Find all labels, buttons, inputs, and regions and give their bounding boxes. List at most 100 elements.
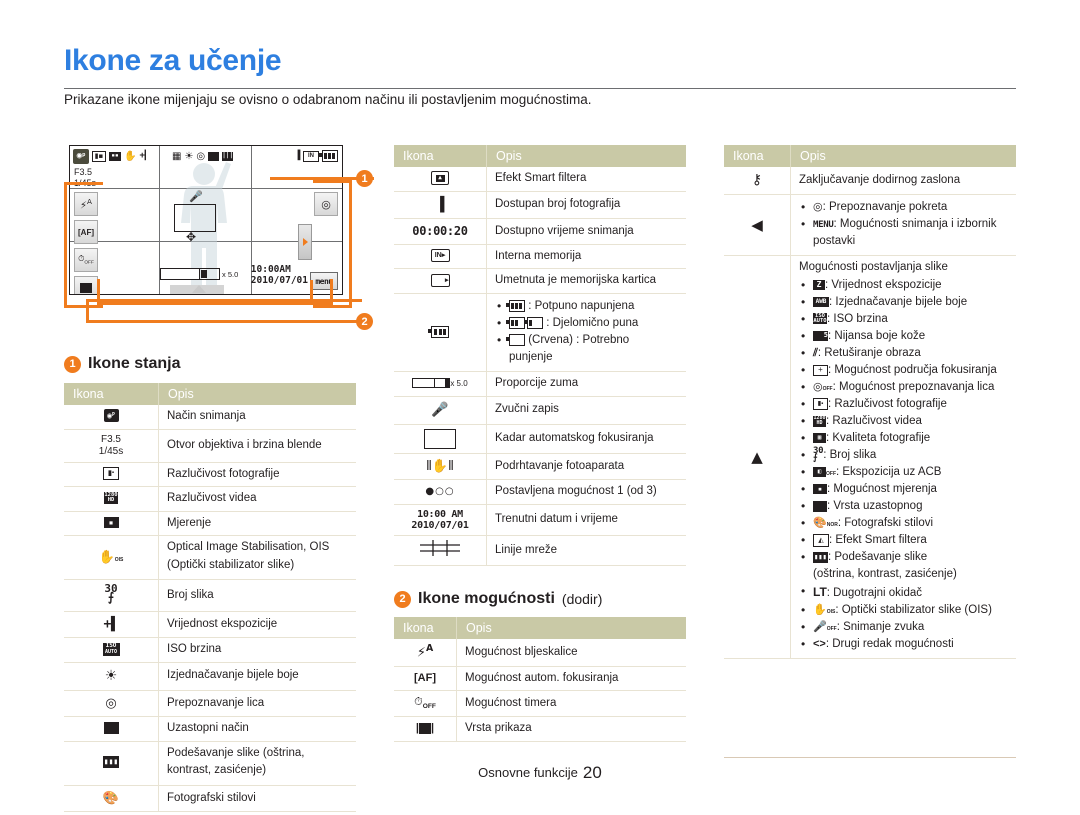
table-row: 10:00 AM 2010/07/01 Trenutni datum i vri… [394, 504, 686, 536]
table-row: +▌ Vrijednost ekspozicije [64, 611, 356, 639]
section-subtitle-options: (dodir) [561, 591, 603, 607]
list-item: MENU: Mogućnosti snimanja i izbornik [801, 216, 1008, 233]
list-item: 🎤OFF: Snimanje zvuka [801, 619, 1008, 636]
row-desc: Zaključavanje dodirnog zaslona [790, 167, 1016, 195]
row-desc: : Potpuno napunjena : Djelomično puna (C… [486, 293, 686, 373]
photo-style-icon: 🎨 [64, 785, 159, 813]
retouch-label: : Retuširanje obraza [817, 347, 921, 360]
column-header-desc: Opis [790, 145, 1016, 167]
af-option-icon: [AF] [394, 666, 457, 692]
list-item: +: Mogućnost područja fokusiranja [801, 362, 1008, 379]
grid-lines-icon [394, 535, 487, 567]
time-value: 10:00AM [250, 264, 291, 275]
list-item: ◭: Efekt Smart filtera [801, 532, 1008, 549]
awb-label: : Izjednačavanje bijele boje [829, 295, 968, 308]
row-desc: ◎: Prepoznavanje pokreta MENU: Mogućnost… [790, 194, 1016, 257]
af-frame-icon [394, 424, 487, 454]
list-item: ISOAUTO: ISO brzina [801, 311, 1008, 328]
white-balance-icon: ☀ [64, 662, 159, 691]
row-desc: Uzastopni način [158, 716, 356, 742]
callout-2-line-vertical-right [310, 280, 313, 302]
footer-label: Osnovne funkcije [478, 765, 578, 780]
battery-icon [394, 293, 487, 373]
list-item: (oštrina, kontrast, zasićenje) [813, 568, 957, 581]
internal-memory-icon: IN▸ [394, 244, 487, 270]
table-row: F3.5 1/45s Otvor objektiva i brzina blen… [64, 429, 356, 463]
left-arrow-icon: ◀ [724, 194, 791, 257]
row-desc: Proporcije zuma [486, 371, 686, 397]
table-row: | | Vrsta prikaza [394, 716, 686, 742]
list-item: 30⨍: Broj slika [801, 447, 1008, 464]
table-row: 🎤 Zvučni zapis [394, 396, 686, 425]
table-row: ●○○ Postavljena mogućnost 1 (od 3) [394, 479, 686, 505]
camera-screen: ◉ p ▮▪ ▪▪ ✋ +▎ ▦ ☀ ◎ ||| ▐ IN F3.5 1/45s … [69, 145, 343, 295]
metering-label: : Mogućnost mjerenja [827, 483, 937, 496]
zoom-ratio-icon: x 5.0 [394, 371, 487, 397]
exposure-value-icon: +▌ [64, 611, 159, 639]
camera-shake-icon: ⦀✋⦀ [394, 453, 487, 481]
gesture-label: : Prepoznavanje pokreta [822, 201, 948, 214]
list-item: ▪: Mogućnost mjerenja [801, 481, 1008, 498]
face-detection-icon: ◎ [64, 690, 159, 718]
iso-icon: ▦ [172, 150, 182, 162]
touch-lock-icon: ⚷ [724, 167, 791, 195]
acb-label: : Ekspozicija uz ACB [836, 466, 942, 479]
burst-type-label: : Vrsta uzastopnog [827, 500, 923, 513]
table-row: ◎ Prepoznavanje lica [64, 690, 356, 718]
battery-partial-label: : Djelomično puna [546, 317, 639, 330]
callout-1-marker: 1 [356, 170, 373, 187]
table-row: ▐ Dostupan broj fotografija [394, 191, 686, 220]
row-desc-line1: Podešavanje slike (oštrina, [167, 746, 305, 759]
table-row: ⏱OFF Mogućnost timera [394, 690, 686, 718]
row-desc: Način snimanja [158, 405, 356, 430]
list-item: (Crvena) : Potrebno [497, 332, 678, 349]
row-desc: Interna memorija [486, 244, 686, 270]
list-item: Z: Vrijednost ekspozicije [801, 277, 1008, 294]
table-row: Uzastopni način [64, 716, 356, 742]
row-desc: Mogućnost autom. fokusiranja [456, 666, 686, 692]
photo-resolution-icon: ▮▪ [92, 150, 106, 162]
intro-text: Prikazane ikone mijenjaju se ovisno o od… [64, 92, 592, 107]
camera-top-status-icons-right: ▐ IN [295, 148, 338, 164]
row-desc: Otvor objektiva i brzina blende [158, 429, 356, 463]
grid-lines-glyph [420, 539, 460, 556]
list-item: postavki [813, 235, 856, 248]
voice-memo-icon: 🎤 [394, 396, 487, 425]
timer-option-icon: ⏱OFF [394, 690, 457, 718]
iso-label: : ISO brzina [827, 312, 888, 325]
image-settings-header: Mogućnosti postavljanja slike [799, 261, 948, 274]
smart-filter-label: : Efekt Smart filtera [829, 534, 927, 547]
list-item: ◧OFF: Ekspozicija uz ACB [801, 464, 1008, 481]
ois-icon: ✋OIS [64, 535, 159, 581]
list-item: <>: Drugi redak mogućnosti [801, 636, 1008, 653]
column-header-icon: Ikona [724, 145, 791, 167]
list-item: ▦: Kvaliteta fotografije [801, 430, 1008, 447]
list-item: ◎OFF: Mogućnost prepoznavanja lica [801, 379, 1008, 396]
recording-time-text: 00:00:20 [394, 218, 487, 245]
shooting-mode-icon: ◉ P [64, 405, 159, 430]
table-row: ▲ Mogućnosti postavljanja slike Z: Vrije… [724, 255, 1016, 660]
page-footer: Osnovne funkcije 20 [0, 763, 1080, 783]
list-item: ▮▮▮: Podešavanje slike [801, 549, 1008, 566]
datetime-date: 2010/07/01 [411, 519, 469, 531]
row-desc: Umetnuta je memorijska kartica [486, 268, 686, 294]
camera-shake-icon: ✥ [186, 230, 197, 244]
shutter-text: 1/45s [98, 445, 124, 457]
row-desc-line2: (Optički stabilizator slike) [167, 558, 295, 571]
side-slider-handle[interactable] [298, 224, 312, 260]
row-desc: Mogućnosti postavljanja slike Z: Vrijedn… [790, 255, 1016, 660]
aperture-text: F3.5 [100, 433, 121, 445]
internal-memory-icon: IN [303, 150, 319, 162]
option-icons-table-right: Ikona Opis ⚷ Zaključavanje dodirnog zasl… [724, 145, 1016, 660]
table-header-row: Ikona Opis [724, 145, 1016, 167]
left-arrow-options-list: ◎: Prepoznavanje pokreta MENU: Mogućnost… [799, 199, 1008, 250]
row-desc: Linije mreže [486, 535, 686, 567]
section-heading-options: 2 Ikone mogućnosti (dodir) [394, 590, 602, 608]
ois-label: : Optički stabilizator slike (OIS) [835, 604, 992, 617]
table-row: 🎨 Fotografski stilovi [64, 785, 356, 813]
iso-icon: ISO AUTO [64, 637, 159, 663]
af-frame-icon [174, 204, 216, 232]
callout-2-line-bottom [86, 320, 362, 323]
row-desc: Broj slika [158, 579, 356, 612]
burst-count-icon: 30 ⨍ [64, 579, 159, 612]
